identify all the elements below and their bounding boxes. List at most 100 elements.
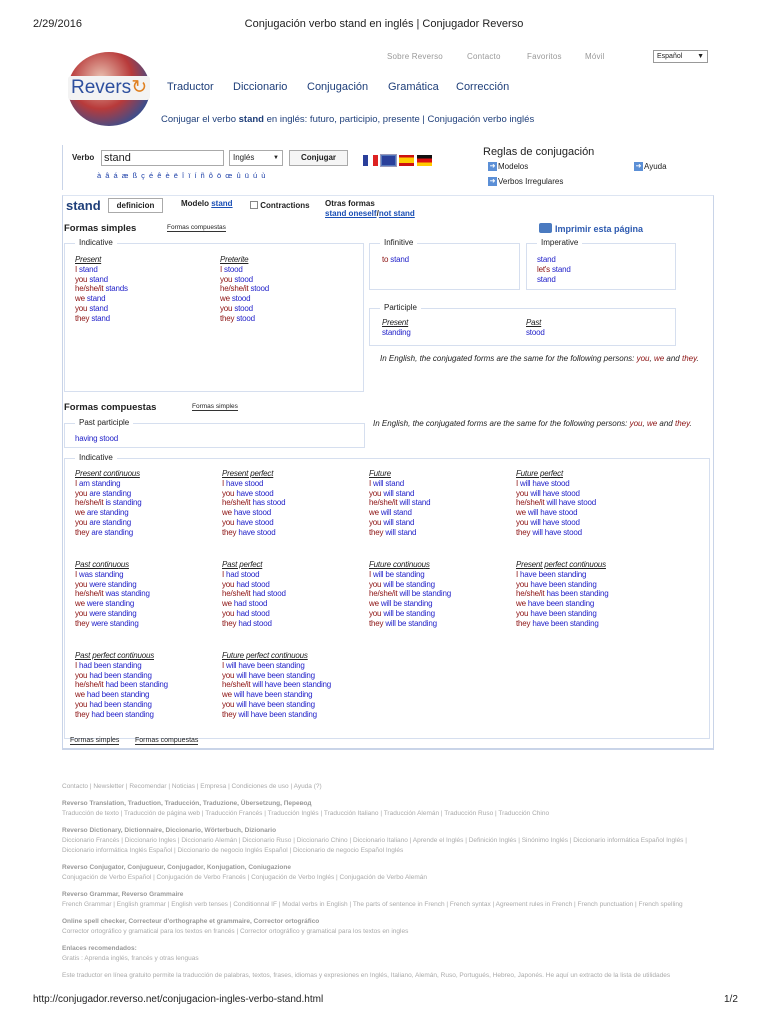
verb-form: had been standing [86,690,150,700]
conjugation-line: we stand [75,294,128,304]
top-link[interactable]: Favoritos [527,52,562,61]
print-url: http://conjugador.reverso.net/conjugacio… [33,994,324,1005]
conjugation-line: they will have been standing [222,710,331,720]
flag-de-icon[interactable] [417,155,432,167]
bottom-tab-simple[interactable]: Formas simples [70,737,120,745]
footer-links[interactable]: Contacto | Newsletter | Recomendar | Not… [62,782,712,792]
conjugation-line: he/she/it stood [220,284,269,294]
pronoun: he/she/it [516,498,547,508]
verb-form: will have stood [527,508,578,518]
verb-form: stood [224,264,243,274]
nav-item[interactable]: Traductor [167,81,214,93]
pronoun: we [516,508,528,518]
conjugation-line: you have stood [222,518,285,528]
tense-name: Preterite [220,255,249,264]
flag-uk-icon[interactable] [380,154,397,168]
verb-input[interactable]: stand [101,150,224,166]
verb-form: will stand [383,488,415,498]
footer-links[interactable]: French Grammar | English grammar | Engli… [62,900,712,910]
verb-form: will be standing [383,608,435,618]
tense-name: Future perfect continuous [222,651,308,660]
verb-form: stand [89,274,108,284]
tense-block: Present continuous I am standing you are s… [75,469,142,538]
footer-section: Reverso Conjugator, Conjugueur, Conjugad… [62,863,712,883]
tense-block: Future perfect I will have stood you will … [516,469,596,538]
conjugation-line: I stand [75,265,128,275]
language-dropdown[interactable]: Inglés ▼ [229,150,283,166]
footer-links[interactable]: Diccionario Francés | Diccionario Ingles… [62,836,712,856]
conjugation-line: you will have stood [516,489,596,499]
verb-form: had been standing [105,680,168,690]
top-link[interactable]: Móvil [585,52,605,61]
pronoun: he/she/it [222,498,253,508]
contractions-checkbox[interactable]: Contractions [250,201,310,210]
conjugate-button[interactable]: Conjugar [289,150,348,166]
conjugation-line: they were standing [75,619,150,629]
pronoun: he/she/it [75,589,106,599]
nav-item[interactable]: Gramática [388,81,439,93]
reverso-logo[interactable]: Revers↻ [68,52,150,126]
language-select[interactable]: Español ▼ [653,50,708,63]
pronoun: you [222,699,237,709]
irregular-verbs-link[interactable]: ➜ Verbos Irregulares [488,177,563,187]
conjugation-line: they will stand [369,528,430,538]
verb-form: will be standing [399,589,451,599]
verb-form: will have been standing [252,680,332,690]
compound-forms-tab[interactable]: Formas compuestas [167,224,226,232]
other-form-link[interactable]: stand oneself [325,209,377,218]
ayuda-link[interactable]: ➜ Ayuda [634,162,667,172]
participle-block: Past stood [526,318,545,338]
verb-form: stand [390,255,409,264]
verb-form: will have stood [520,478,570,488]
conjugation-line: you have been standing [516,580,608,590]
conjugation-line: he/she/it was standing [75,589,150,599]
tense-block: Present perfect I have stood you have stoo… [222,469,286,538]
pronoun: we [75,294,87,304]
participle-box: Participle [369,303,676,346]
other-form-link[interactable]: not stand [379,209,415,218]
nav-item[interactable]: Conjugación [307,81,368,93]
footer-links[interactable]: Traducción de texto | Traducción de pági… [62,809,712,819]
top-link[interactable]: Sobre Reverso [387,52,443,61]
footer-links[interactable]: Conjugación de Verbo Español | Conjugaci… [62,873,712,883]
top-link[interactable]: Contacto [467,52,501,61]
flag-fr-icon[interactable] [363,155,378,167]
flag-es-icon[interactable] [399,155,414,167]
conjugation-line: they will have stood [516,528,596,538]
accent-characters[interactable]: à â á æ ß ç é ê è ë î ï í ñ ô ö œ û ü ú … [97,171,266,180]
pronoun: he/she/it [75,680,106,690]
model-link[interactable]: stand [211,199,232,208]
model-info: Modelo stand [181,199,233,208]
verb-form: were standing [91,618,139,628]
simple-forms-tab[interactable]: Formas simples [192,403,238,411]
verb-form: stood [234,274,253,284]
verb-form: has been standing [546,589,609,599]
compound-forms-title: Formas compuestas [64,402,157,413]
conjugation-line: they are standing [75,528,142,538]
conjugation-line: you will be standing [369,609,451,619]
print-link[interactable]: Imprimir esta página [539,223,643,234]
verb-form: will be standing [383,579,435,589]
verb-form: will have been standing [236,670,315,680]
modelos-link[interactable]: ➜ Modelos [488,162,528,172]
nav-item[interactable]: Diccionario [233,81,287,93]
verb-form: is standing [105,498,142,508]
footer-section: Enlaces recomendados: Gratis : Aprenda in… [62,944,712,964]
verb-form: will stand [399,498,431,508]
footer-links[interactable]: Corrector ortográfico y gramatical para … [62,927,712,937]
simple-forms-title: Formas simples [64,223,137,234]
search-border [62,145,63,190]
pronoun: you [222,608,237,618]
persons-note-compound: In English, the conjugated forms are the… [373,419,692,428]
bottom-tab-compound[interactable]: Formas compuestas [135,737,199,745]
verb-form: had stood [236,579,270,589]
verb-form: have stood [233,508,272,518]
tense-name: Present perfect continuous [516,560,606,569]
footer-links[interactable]: Este traductor en línea gratuito permite… [62,971,712,981]
footer-links[interactable]: Gratis : Aprenda inglés, francés y otras… [62,954,712,964]
conjugation-line: I had stood [222,570,286,580]
verb-form: had stood [236,608,270,618]
definition-button[interactable]: definicion [108,198,163,213]
verb-form: will have stood [530,488,580,498]
nav-item[interactable]: Corrección [456,81,509,93]
